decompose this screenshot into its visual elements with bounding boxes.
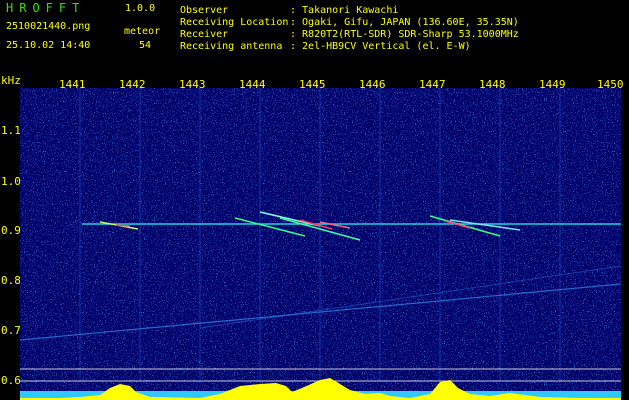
y-tick-0.7: 0.7 (1, 324, 21, 337)
receiver-label: Receiver (180, 29, 229, 40)
file-name: 2510021440.png (6, 21, 91, 32)
meteor-label: meteor (124, 26, 161, 37)
y-tick-0.8: 0.8 (1, 274, 21, 287)
location-label: Receiving Location (180, 17, 289, 28)
meteor-count: 54 (139, 40, 152, 51)
antenna-value: : 2el-HB9CV Vertical (el. E-W) (290, 41, 471, 52)
location-value: : Ogaki, Gifu, JAPAN (136.60E, 35.35N) (290, 17, 519, 28)
y-tick-1.1: 1.1 (1, 124, 21, 137)
spectrogram (20, 88, 621, 400)
antenna-label: Receiving antenna (180, 41, 283, 52)
receiver-value: : R820T2(RTL-SDR) SDR-Sharp 53.1000MHz (290, 29, 519, 40)
date-time: 25.10.02 14:40 (6, 40, 91, 51)
y-tick-1.0: 1.0 (1, 175, 21, 188)
y-tick-0.9: 0.9 (1, 224, 21, 237)
y-tick-0.6: 0.6 (1, 374, 21, 387)
observer-label: Observer (180, 5, 229, 16)
app-title: HROFFT (6, 1, 86, 15)
observer-value: : Takanori Kawachi (290, 5, 399, 16)
header-panel: HROFFT 1.0.0 2510021440.png 25.10.02 14:… (0, 0, 629, 72)
y-axis-unit: kHz (1, 74, 21, 87)
app-version: 1.0.0 (125, 3, 156, 14)
